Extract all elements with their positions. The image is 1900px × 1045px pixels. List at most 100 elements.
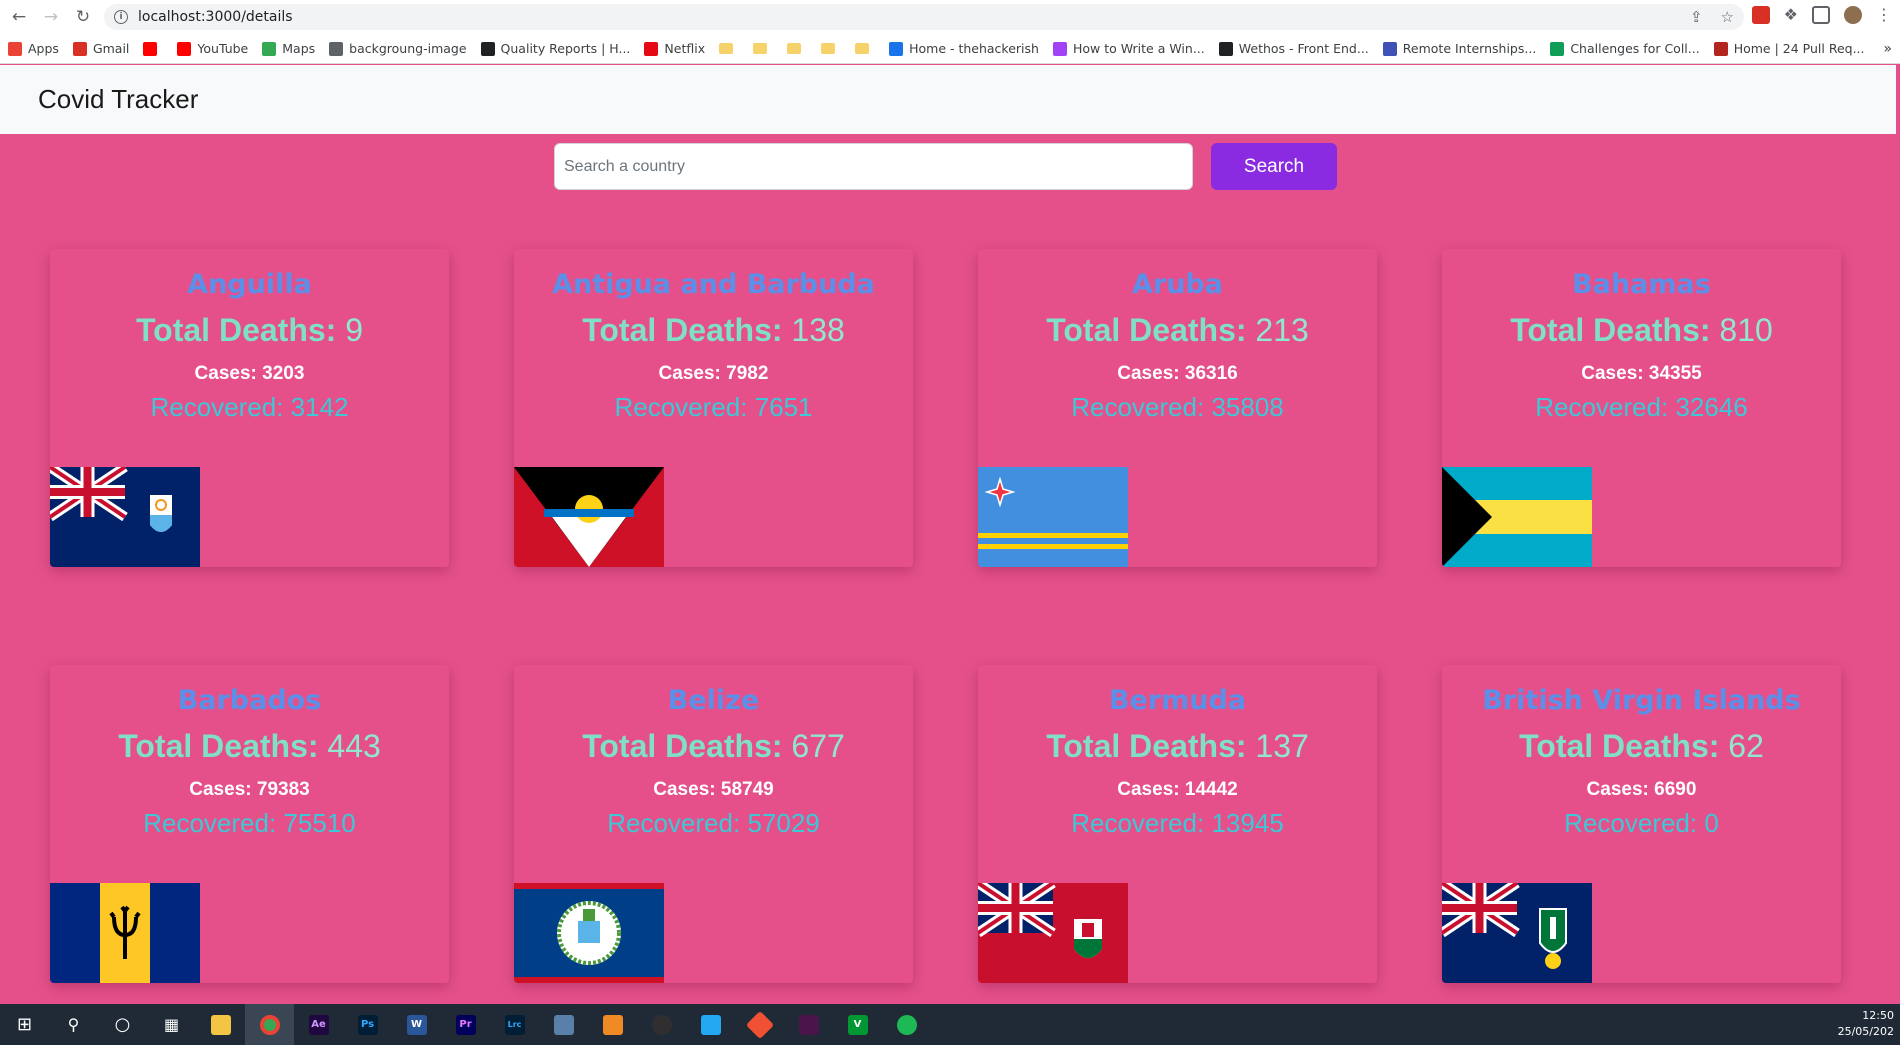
country-card[interactable]: British Virgin Islands Total Deaths: 62 Ca…	[1442, 665, 1841, 983]
bookmark-item[interactable]: How to Write a Win...	[1052, 41, 1205, 56]
share-icon[interactable]: ⇪	[1690, 8, 1703, 26]
bookmark-item[interactable]: Wethos - Front End...	[1218, 41, 1369, 56]
git-icon[interactable]	[735, 1004, 784, 1045]
clock-date: 25/05/202	[1837, 1025, 1894, 1038]
deaths-label: Total Deaths:	[582, 728, 783, 764]
slack-icon[interactable]	[784, 1004, 833, 1045]
bookmark-favicon-icon	[1382, 41, 1397, 56]
scrollbar[interactable]	[1896, 65, 1900, 1004]
recovered-value: 57029	[747, 808, 820, 838]
bookmark-favicon-icon	[644, 41, 659, 56]
cases-label: Cases:	[189, 779, 252, 800]
bookmark-item[interactable]: Home | 24 Pull Req...	[1713, 41, 1864, 56]
extensions-puzzle-icon[interactable]: ❖	[1784, 5, 1798, 24]
cases-count: Cases: 6690	[1442, 779, 1841, 801]
lightroom-classic-icon[interactable]: Lrc	[490, 1004, 539, 1045]
forward-icon[interactable]: →	[38, 4, 64, 30]
vscode-icon[interactable]	[686, 1004, 735, 1045]
word-icon[interactable]: W	[392, 1004, 441, 1045]
browser-toolbar: ← → ↻ i localhost:3000/details ⇪ ☆ ❖ ⋮	[0, 0, 1900, 34]
bookmark-item[interactable]	[143, 41, 163, 56]
system-clock[interactable]: 12:50 25/05/202	[1838, 1008, 1894, 1040]
bookmark-label: YouTube	[197, 41, 249, 56]
menu-kebab-icon[interactable]: ⋮	[1876, 5, 1892, 24]
cases-label: Cases:	[194, 363, 257, 384]
cortana-icon[interactable]: ○	[98, 1004, 147, 1045]
extension-icon[interactable]	[1751, 5, 1770, 24]
search-button[interactable]: Search	[1211, 143, 1337, 190]
recovered-count: Recovered: 3142	[50, 392, 449, 423]
bookmark-item[interactable]: YouTube	[177, 41, 248, 56]
cases-value: 6690	[1654, 779, 1697, 800]
photoshop-icon[interactable]: Ps	[343, 1004, 392, 1045]
bookmarks-overflow-icon[interactable]: »	[1883, 41, 1892, 57]
country-flag-image	[978, 878, 1128, 983]
bookmarks-bar: Apps Gmail YouTube Maps backgroung-image Qual…	[0, 34, 1900, 64]
site-info-icon[interactable]: i	[114, 10, 128, 24]
after-effects-icon[interactable]: Ae	[294, 1004, 343, 1045]
country-card[interactable]: Aruba Total Deaths: 213 Cases: 36316 Recove…	[978, 249, 1377, 567]
avatar[interactable]	[1844, 5, 1862, 24]
side-panel-icon[interactable]	[1812, 5, 1830, 24]
bookmark-folder[interactable]	[787, 43, 807, 54]
bookmark-label: backgroung-image	[349, 41, 467, 56]
search-icon[interactable]: ⚲	[49, 1004, 98, 1045]
total-deaths: Total Deaths: 62	[1442, 728, 1841, 765]
country-card[interactable]: Bermuda Total Deaths: 137 Cases: 14442 Reco…	[978, 665, 1377, 983]
recovered-label: Recovered:	[150, 392, 284, 422]
bookmark-item[interactable]: Gmail	[72, 41, 129, 56]
vim-icon[interactable]: V	[833, 1004, 882, 1045]
windows-start-icon[interactable]: ⊞	[0, 1004, 49, 1045]
country-name: Barbados	[177, 685, 322, 716]
cases-count: Cases: 58749	[514, 779, 913, 801]
country-card[interactable]: Barbados Total Deaths: 443 Cases: 79383 Rec…	[50, 665, 449, 983]
bookmark-item[interactable]: Challenges for Coll...	[1550, 41, 1700, 56]
premiere-icon[interactable]: Pr	[441, 1004, 490, 1045]
fl-studio-icon[interactable]	[588, 1004, 637, 1045]
bookmark-star-icon[interactable]: ☆	[1721, 8, 1734, 26]
brand-title[interactable]: Covid Tracker	[38, 84, 198, 115]
recovered-label: Recovered:	[607, 808, 741, 838]
bookmark-favicon-icon	[889, 41, 904, 56]
deaths-value: 677	[791, 728, 845, 764]
bookmark-favicon-icon	[821, 43, 836, 54]
bookmark-item[interactable]: Quality Reports | H...	[480, 41, 630, 56]
bookmark-item[interactable]: Netflix	[644, 41, 705, 56]
cases-count: Cases: 34355	[1442, 363, 1841, 385]
bookmark-label: Remote Internships...	[1402, 41, 1537, 56]
bookmark-item[interactable]: Apps	[8, 41, 59, 56]
country-card[interactable]: Antigua and Barbuda Total Deaths: 138 Case…	[514, 249, 913, 567]
windows-taskbar: ⊞ ⚲ ○ ▦ Ae Ps W Pr Lrc V 12:50 25/05/202	[0, 1004, 1900, 1045]
bookmark-folder[interactable]	[821, 43, 841, 54]
address-bar[interactable]: i localhost:3000/details ⇪ ☆	[104, 4, 1744, 30]
bookmark-item[interactable]: backgroung-image	[329, 41, 467, 56]
bookmark-label: How to Write a Win...	[1072, 41, 1205, 56]
recovered-count: Recovered: 7651	[514, 392, 913, 423]
bookmark-folder[interactable]	[855, 43, 875, 54]
spotify-icon[interactable]	[882, 1004, 931, 1045]
url-text: localhost:3000/details	[138, 9, 293, 25]
deaths-value: 62	[1728, 728, 1764, 764]
reload-icon[interactable]: ↻	[70, 4, 96, 30]
bookmark-item[interactable]: Remote Internships...	[1382, 41, 1537, 56]
bookmark-favicon-icon	[329, 41, 344, 56]
country-card[interactable]: Belize Total Deaths: 677 Cases: 58749 Recov…	[514, 665, 913, 983]
file-explorer-icon[interactable]	[196, 1004, 245, 1045]
bookmark-item[interactable]: Maps	[262, 41, 315, 56]
back-icon[interactable]: ←	[6, 4, 32, 30]
bookmark-favicon-icon	[8, 41, 22, 56]
country-flag-image	[50, 462, 200, 567]
bookmark-favicon-icon	[787, 43, 802, 54]
bookmark-item[interactable]: Home - thehackerish	[889, 41, 1039, 56]
task-view-icon[interactable]: ▦	[147, 1004, 196, 1045]
bookmark-folder[interactable]	[753, 43, 773, 54]
virtualbox-icon[interactable]	[539, 1004, 588, 1045]
cases-value: 7982	[726, 363, 769, 384]
bookmark-folder[interactable]	[719, 43, 739, 54]
country-card[interactable]: Bahamas Total Deaths: 810 Cases: 34355 Reco…	[1442, 249, 1841, 567]
obs-icon[interactable]	[637, 1004, 686, 1045]
search-input[interactable]	[554, 143, 1193, 190]
country-card[interactable]: Anguilla Total Deaths: 9 Cases: 3203 Recove…	[50, 249, 449, 567]
cases-label: Cases:	[653, 779, 716, 800]
chrome-icon[interactable]	[245, 1004, 294, 1045]
